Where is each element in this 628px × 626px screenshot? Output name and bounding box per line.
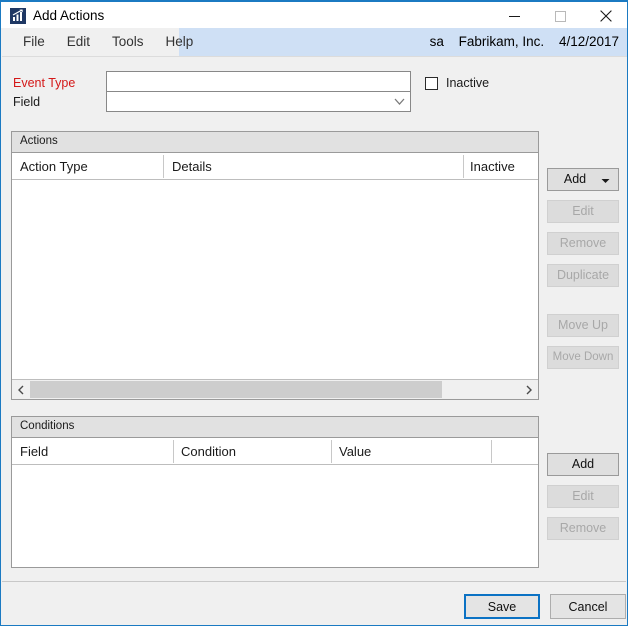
- menu-item-help[interactable]: Help: [155, 28, 205, 56]
- actions-edit-button: Edit: [547, 200, 619, 223]
- conditions-column-divider-1: [173, 440, 174, 463]
- actions-add-label: Add: [563, 172, 587, 186]
- status-info: sa Fabrikam, Inc. 4/12/2017: [430, 28, 619, 56]
- maximize-button[interactable]: [537, 2, 583, 30]
- field-combobox[interactable]: [106, 91, 411, 112]
- add-actions-window: Add Actions File Edit Tools Help sa Fabr…: [0, 0, 628, 626]
- scroll-right-button[interactable]: [520, 380, 538, 399]
- conditions-column-divider-2: [331, 440, 332, 463]
- footer-separator: [2, 581, 626, 582]
- actions-column-divider-1: [163, 155, 164, 178]
- menu-items: File Edit Tools Help: [12, 28, 204, 56]
- actions-panel: Actions Action Type Details Inactive: [11, 131, 539, 400]
- actions-move-up-button: Move Up: [547, 314, 619, 337]
- close-button[interactable]: [583, 2, 627, 30]
- actions-column-details: Details: [172, 159, 212, 174]
- menu-item-file[interactable]: File: [12, 28, 56, 56]
- inactive-checkbox-wrap[interactable]: Inactive: [425, 76, 489, 90]
- conditions-add-button[interactable]: Add: [547, 453, 619, 476]
- actions-panel-title: Actions: [20, 135, 58, 147]
- conditions-grid-body[interactable]: [12, 465, 538, 567]
- status-date: 4/12/2017: [558, 34, 619, 49]
- menu-item-tools[interactable]: Tools: [101, 28, 155, 56]
- conditions-column-condition: Condition: [181, 444, 236, 459]
- window-title: Add Actions: [33, 8, 105, 23]
- actions-remove-button: Remove: [547, 232, 619, 255]
- event-type-label: Event Type: [13, 76, 76, 90]
- conditions-column-divider-3: [491, 440, 492, 463]
- save-button[interactable]: Save: [464, 594, 540, 619]
- inactive-checkbox-label: Inactive: [446, 76, 490, 90]
- conditions-grid-header: Field Condition Value: [12, 438, 538, 465]
- scroll-thumb[interactable]: [30, 381, 442, 398]
- minimize-icon: [508, 15, 520, 17]
- actions-panel-header: Actions: [12, 132, 538, 153]
- conditions-panel-header: Conditions: [12, 417, 538, 438]
- title-bar: Add Actions: [1, 0, 627, 30]
- inactive-checkbox[interactable]: [425, 76, 438, 90]
- actions-grid-header: Action Type Details Inactive: [12, 153, 538, 180]
- chart-app-icon: [10, 8, 26, 24]
- chevron-left-icon: [18, 385, 24, 394]
- menu-item-edit[interactable]: Edit: [56, 28, 101, 56]
- chevron-down-icon: [394, 98, 405, 105]
- actions-column-divider-2: [463, 155, 464, 178]
- status-company: Fabrikam, Inc.: [458, 34, 545, 49]
- status-user: sa: [429, 34, 444, 49]
- actions-duplicate-button: Duplicate: [547, 264, 619, 287]
- chevron-right-icon: [526, 385, 532, 394]
- actions-add-button[interactable]: Add: [547, 168, 619, 191]
- minimize-button[interactable]: [491, 2, 537, 30]
- actions-column-action-type: Action Type: [20, 159, 88, 174]
- field-label: Field: [13, 95, 41, 109]
- chevron-down-icon: [601, 179, 610, 183]
- scroll-left-button[interactable]: [12, 380, 30, 399]
- actions-move-down-button: Move Down: [547, 346, 619, 369]
- conditions-panel: Conditions Field Condition Value: [11, 416, 539, 568]
- conditions-panel-title: Conditions: [20, 420, 75, 432]
- conditions-column-value: Value: [339, 444, 372, 459]
- actions-column-inactive: Inactive: [470, 159, 515, 174]
- conditions-column-field: Field: [20, 444, 49, 459]
- cancel-button[interactable]: Cancel: [550, 594, 626, 619]
- conditions-edit-button: Edit: [547, 485, 619, 508]
- event-type-input[interactable]: [106, 71, 411, 92]
- actions-horizontal-scrollbar[interactable]: [12, 379, 538, 399]
- actions-grid-body[interactable]: [12, 180, 538, 378]
- maximize-icon: [554, 10, 566, 22]
- scroll-track[interactable]: [30, 380, 520, 399]
- close-icon: [600, 10, 612, 22]
- menu-bar: File Edit Tools Help sa Fabrikam, Inc. 4…: [2, 28, 627, 57]
- conditions-remove-button: Remove: [547, 517, 619, 540]
